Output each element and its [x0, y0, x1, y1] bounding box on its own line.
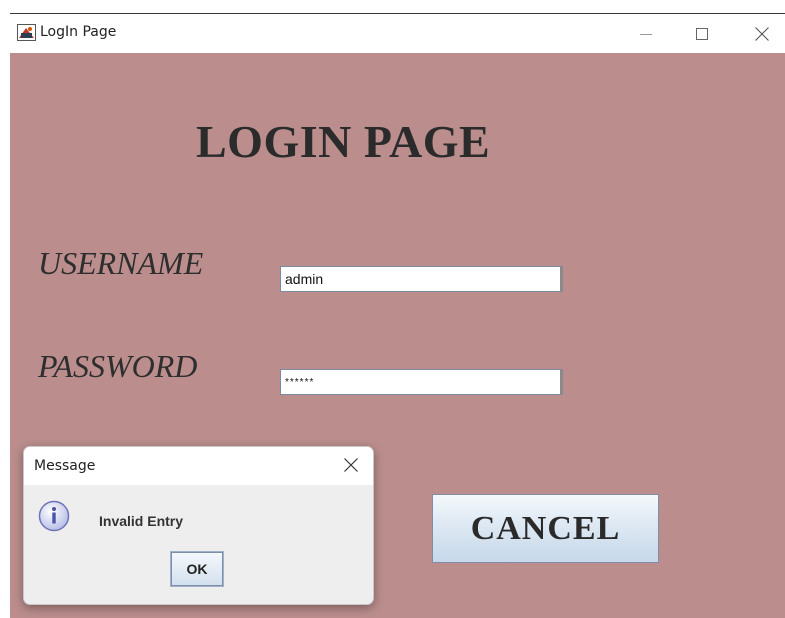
dialog-title: Message [34, 458, 96, 474]
dialog-close-button[interactable] [338, 454, 364, 480]
window-titlebar[interactable]: LogIn Page [10, 14, 785, 53]
ok-button[interactable]: OK [170, 551, 224, 587]
message-dialog: Message Invalid Entry OK [23, 446, 374, 605]
cancel-button[interactable]: CANCEL [432, 494, 659, 563]
username-label: USERNAME [38, 245, 204, 281]
close-button[interactable] [739, 14, 785, 53]
minimize-icon [640, 28, 652, 40]
maximize-button[interactable] [679, 14, 725, 53]
close-icon [755, 26, 769, 41]
java-cup-icon [17, 24, 36, 41]
minimize-button[interactable] [623, 14, 669, 53]
close-icon [344, 457, 358, 477]
page-title: LOGIN PAGE [196, 116, 491, 167]
dialog-message: Invalid Entry [99, 513, 184, 529]
info-icon [38, 500, 70, 532]
dialog-titlebar[interactable]: Message [24, 447, 373, 485]
password-input[interactable] [280, 369, 563, 395]
window-title: LogIn Page [40, 24, 117, 40]
username-input[interactable] [280, 266, 563, 292]
password-label: PASSWORD [38, 348, 198, 384]
maximize-icon [696, 27, 708, 40]
